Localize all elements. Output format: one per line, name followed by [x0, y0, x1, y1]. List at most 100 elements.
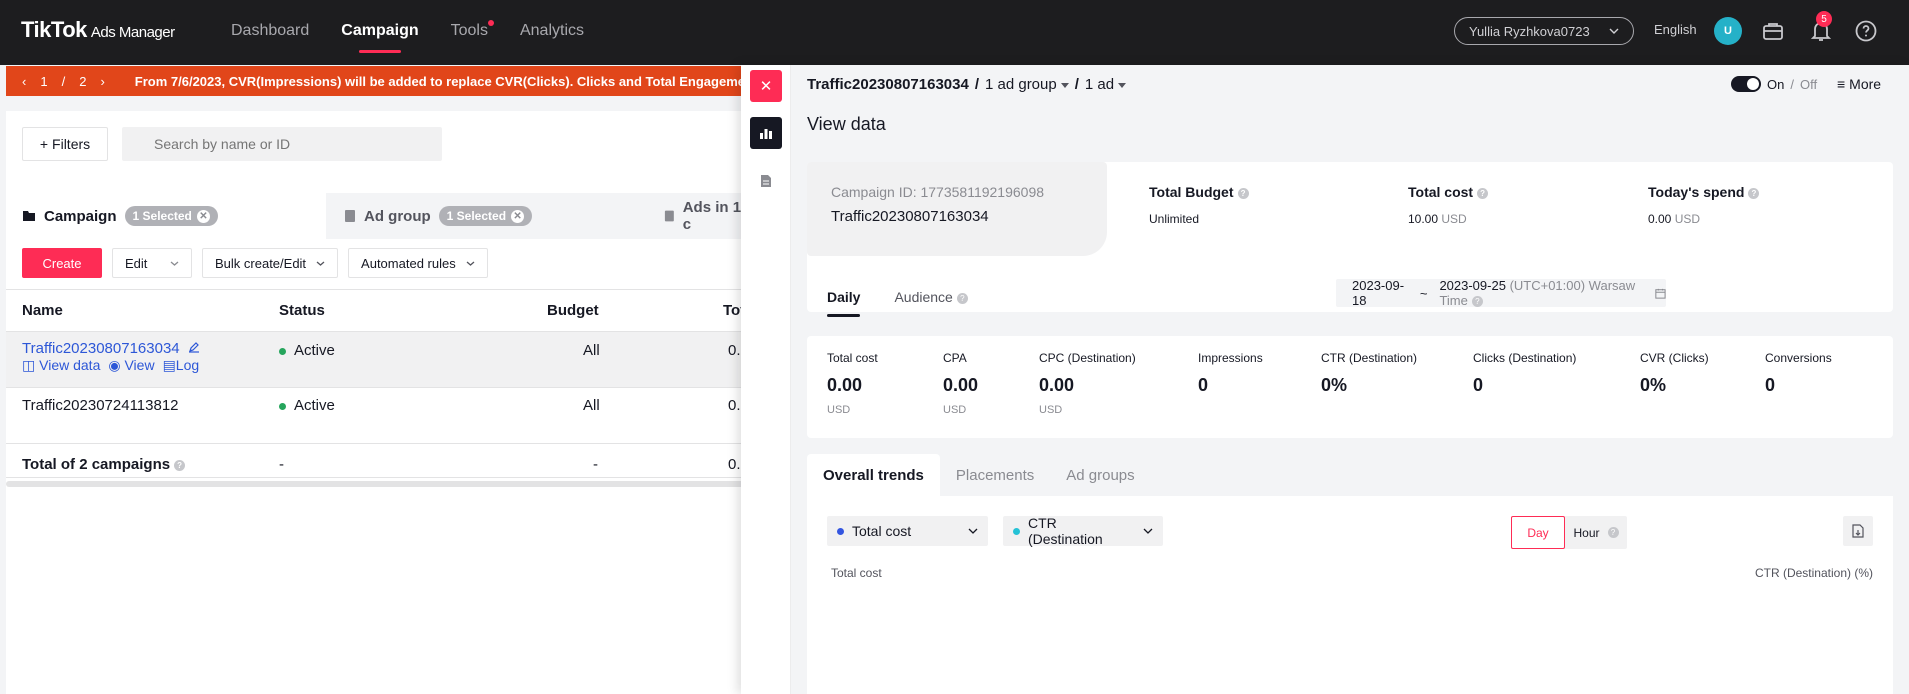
help-icon[interactable]: ? [1237, 187, 1249, 199]
chevron-down-icon [170, 261, 179, 266]
edit-label: Edit [125, 255, 148, 271]
total-label: Total of 2 campaigns? [22, 456, 186, 473]
language-selector[interactable]: English [1654, 22, 1697, 37]
date-tilde: ~ [1419, 285, 1428, 301]
logo-subtitle: Ads Manager [90, 24, 175, 41]
tab-ad-group[interactable]: Ad group 1 Selected ✕ [326, 193, 648, 239]
help-icon[interactable]: ? [174, 459, 186, 471]
help-icon[interactable]: ? [1607, 527, 1619, 538]
chevron-down-icon [968, 528, 978, 534]
bar-chart-icon [760, 129, 772, 139]
metric-total-cost[interactable]: Total cost 0.00 USD [827, 351, 878, 416]
tab-campaign[interactable]: Campaign 1 Selected ✕ [6, 193, 326, 239]
nav-dashboard[interactable]: Dashboard [231, 0, 309, 65]
filters-button[interactable]: + Filters [22, 127, 108, 161]
create-button[interactable]: Create [22, 248, 102, 278]
pencil-icon[interactable] [188, 341, 200, 353]
breadcrumb-campaign[interactable]: Traffic20230807163034 [807, 76, 969, 93]
breadcrumb-ad-label: 1 ad [1084, 76, 1115, 93]
metric-impressions[interactable]: Impressions 0 [1198, 351, 1263, 396]
on-off-toggle[interactable]: On / Off [1731, 76, 1817, 92]
view-data-rail-button[interactable] [750, 117, 782, 149]
view-link[interactable]: ◉ View [108, 357, 154, 374]
total-budget-label: Total Budget? [1149, 184, 1249, 200]
column-status[interactable]: Status [279, 302, 325, 319]
briefcase-icon[interactable] [1760, 18, 1786, 44]
campaign-id: Campaign ID: 1773581192196098 [831, 184, 1045, 200]
metric-cpc-destination[interactable]: CPC (Destination) 0.00 USD [1039, 351, 1136, 416]
detail-rail-button[interactable] [750, 165, 782, 197]
caret-down-icon [1060, 82, 1069, 88]
level-tabs: Campaign 1 Selected ✕ Ad group 1 Selected… [6, 193, 746, 239]
close-icon[interactable]: ✕ [511, 209, 525, 223]
metric-cpa[interactable]: CPA 0.00 USD [943, 351, 978, 416]
table-row[interactable]: Traffic20230807163034 ◫ View data ◉ View… [6, 332, 749, 388]
top-bar: TikTok Ads Manager Dashboard Campaign To… [0, 0, 1909, 65]
help-icon[interactable]: ? [1477, 187, 1489, 199]
todays-spend-amount: 0.00 [1648, 212, 1672, 226]
campaign-name-link[interactable]: Traffic20230807163034 [22, 340, 180, 357]
tab-ad-groups[interactable]: Ad groups [1050, 454, 1150, 496]
tab-ads[interactable]: Ads in 1 c [648, 193, 746, 239]
account-selector[interactable]: Yullia Ryzhkova0723 [1454, 17, 1634, 45]
toggle-switch[interactable] [1731, 76, 1761, 92]
chevron-right-icon[interactable]: › [100, 74, 104, 89]
edit-dropdown[interactable]: Edit [112, 248, 192, 278]
page-title: View data [807, 114, 886, 134]
nav-tools[interactable]: Tools [451, 0, 494, 65]
close-button[interactable]: ✕ [750, 70, 782, 102]
metric-clicks-destination[interactable]: Clicks (Destination) 0 [1473, 351, 1576, 396]
help-icon[interactable] [1853, 18, 1879, 44]
banner-page-total: 2 [79, 73, 87, 89]
horizontal-scrollbar[interactable] [6, 481, 746, 487]
total-cost-amount: 10.00 [1408, 212, 1439, 226]
tab-placements[interactable]: Placements [940, 454, 1050, 496]
breadcrumb-ad-group[interactable]: 1 ad group [985, 76, 1069, 93]
tab-overall-trends[interactable]: Overall trends [807, 454, 940, 496]
metric-ctr-destination[interactable]: CTR (Destination) 0% [1321, 351, 1417, 396]
currency-unit: USD [1674, 212, 1701, 226]
view-data-link[interactable]: ◫ View data [22, 357, 100, 374]
campaign-name-cell[interactable]: Traffic20230724113812 [22, 397, 179, 414]
selected-chip[interactable]: 1 Selected ✕ [124, 206, 218, 226]
date-range-picker[interactable]: 2023-09-18 ~ 2023-09-25 (UTC+01:00) Wars… [1336, 278, 1666, 308]
metric-conversions[interactable]: Conversions 0 [1765, 351, 1832, 396]
metric2-select[interactable]: CTR (Destination [1003, 515, 1163, 547]
avatar[interactable]: U [1714, 17, 1742, 45]
campaign-table: Name Status Budget Tot Traffic2023080716… [6, 289, 749, 478]
table-row[interactable]: Traffic20230724113812 Active All 0.0 [6, 388, 749, 444]
column-budget[interactable]: Budget [547, 302, 599, 319]
day-button[interactable]: Day [1511, 516, 1565, 549]
selected-chip[interactable]: 1 Selected ✕ [438, 206, 533, 226]
currency-unit: USD [1441, 212, 1467, 226]
status-dot [279, 402, 286, 410]
automated-rules-dropdown[interactable]: Automated rules [348, 248, 488, 278]
tab-ad-group-label: Ad group [364, 207, 431, 225]
close-icon[interactable]: ✕ [196, 209, 210, 223]
log-link[interactable]: ▤Log [163, 357, 200, 374]
breadcrumb-ad[interactable]: 1 ad [1084, 76, 1127, 93]
metric-value: 0 [1473, 375, 1484, 395]
bulk-create-edit-dropdown[interactable]: Bulk create/Edit [202, 248, 339, 278]
help-icon[interactable]: ? [956, 292, 968, 304]
hour-label: Hour [1573, 525, 1600, 540]
help-icon[interactable]: ? [1748, 187, 1760, 199]
tab-daily[interactable]: Daily [827, 289, 861, 317]
export-icon [1852, 524, 1864, 538]
tab-audience[interactable]: Audience? [894, 289, 968, 317]
help-icon[interactable]: ? [1471, 296, 1483, 308]
nav-analytics[interactable]: Analytics [520, 0, 584, 65]
hour-button[interactable]: Hour? [1565, 516, 1627, 549]
more-button[interactable]: ≡ More [1837, 76, 1881, 92]
metric-value: 0 [1765, 375, 1776, 395]
column-name[interactable]: Name [22, 302, 63, 319]
nav-campaign[interactable]: Campaign [341, 0, 419, 65]
export-button[interactable] [1843, 516, 1873, 546]
metric1-select[interactable]: Total cost [827, 516, 988, 546]
logo[interactable]: TikTok Ads Manager [21, 17, 175, 43]
toggle-sep: / [1790, 76, 1794, 92]
eye-icon: ◉ [108, 357, 121, 373]
search-input[interactable] [122, 127, 442, 161]
chevron-left-icon[interactable]: ‹ [22, 74, 26, 89]
metric-cvr-clicks[interactable]: CVR (Clicks) 0% [1640, 351, 1709, 396]
